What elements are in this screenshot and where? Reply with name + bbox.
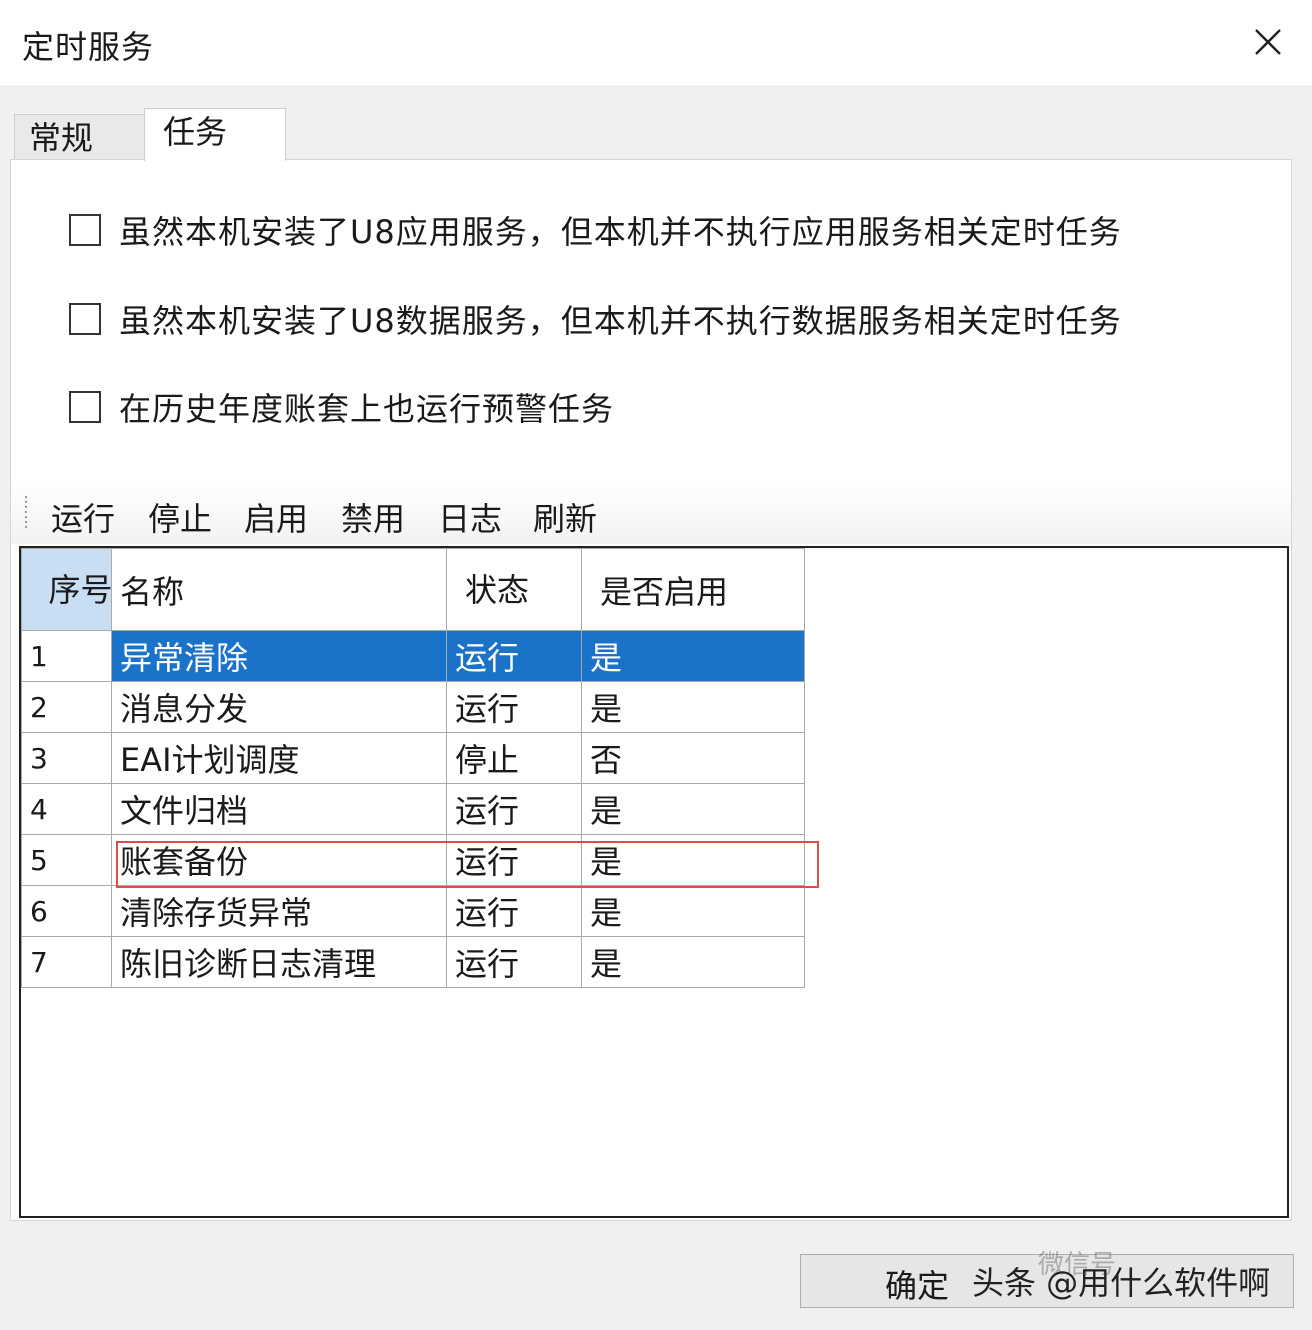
cell-name: 异常清除 [111, 630, 447, 682]
cell-enabled: 是 [581, 783, 805, 835]
column-header-seq[interactable]: 序号 [21, 548, 112, 631]
cell-seq: 5 [21, 834, 112, 886]
tab-tasks[interactable]: 任务 [144, 108, 286, 161]
cell-seq: 2 [21, 681, 112, 733]
cell-enabled: 是 [581, 834, 805, 886]
cell-seq: 7 [21, 936, 112, 988]
cell-name: 消息分发 [111, 681, 447, 733]
header-label: 序号 [48, 570, 112, 609]
column-header-status[interactable]: 状态 [446, 548, 582, 631]
table-row[interactable]: 1 异常清除 运行是 [21, 630, 805, 682]
disable-button[interactable]: 禁用 [341, 494, 405, 540]
option-skip-app-service[interactable]: 虽然本机安装了U8应用服务，但本机并不执行应用服务相关定时任务 [69, 210, 1122, 251]
table-row[interactable]: 6 清除存货异常 运行是 [21, 885, 805, 937]
watermark: 头条 @用什么软件啊 微信号 [972, 1250, 1271, 1304]
enable-button[interactable]: 启用 [244, 494, 308, 540]
column-header-name[interactable]: 名称 [111, 548, 447, 631]
cell-status: 运行 [446, 936, 582, 988]
ok-label: 确定 [885, 1267, 950, 1305]
cell-name: 文件归档 [111, 783, 447, 835]
window-title: 定时服务 [22, 28, 155, 66]
cell-enabled: 是 [581, 885, 805, 937]
table-row[interactable]: 5 账套备份 运行是 [21, 834, 805, 886]
run-button[interactable]: 运行 [51, 494, 115, 540]
checkbox[interactable] [69, 391, 101, 423]
checkbox[interactable] [69, 303, 101, 335]
option-label: 虽然本机安装了U8应用服务，但本机并不执行应用服务相关定时任务 [119, 213, 1122, 251]
close-button[interactable] [1246, 20, 1290, 64]
watermark-faint: 微信号 [1038, 1250, 1117, 1280]
cell-enabled: 是 [581, 681, 805, 733]
cell-seq: 3 [21, 732, 112, 784]
cell-seq: 6 [21, 885, 112, 937]
option-skip-data-service[interactable]: 虽然本机安装了U8数据服务，但本机并不执行数据服务相关定时任务 [69, 299, 1122, 340]
tab-general[interactable]: 常规 [14, 114, 144, 160]
table-row[interactable]: 2 消息分发 运行是 [21, 681, 805, 733]
cell-seq: 4 [21, 783, 112, 835]
cell-status: 停止 [446, 732, 582, 784]
cell-enabled: 是 [581, 936, 805, 988]
table-row[interactable]: 3 EAI计划调度 停止否 [21, 732, 805, 784]
watermark-text: 头条 @用什么软件啊 [972, 1264, 1271, 1302]
tasks-panel: 虽然本机安装了U8应用服务，但本机并不执行应用服务相关定时任务 虽然本机安装了U… [10, 159, 1292, 1221]
toolbar-grip-icon[interactable] [25, 496, 27, 528]
header-label: 状态 [465, 570, 530, 609]
refresh-button[interactable]: 刷新 [533, 494, 597, 540]
cell-name: EAI计划调度 [111, 732, 447, 784]
task-grid: 序号 名称 状态 是否启用 1 异常清除 运行是 2 消息分发 运行是 3 EAI计划调度 停止… [19, 546, 1289, 1218]
cell-name: 账套备份 [111, 834, 447, 886]
cell-status: 运行 [446, 783, 582, 835]
cell-enabled: 是 [581, 630, 805, 682]
option-label: 虽然本机安装了U8数据服务，但本机并不执行数据服务相关定时任务 [119, 302, 1122, 340]
cell-name: 清除存货异常 [111, 885, 447, 937]
cell-status: 运行 [446, 681, 582, 733]
option-label: 在历史年度账套上也运行预警任务 [119, 390, 615, 428]
cell-seq: 1 [21, 630, 112, 682]
column-header-enabled[interactable]: 是否启用 [581, 548, 805, 631]
cell-name: 陈旧诊断日志清理 [111, 936, 447, 988]
task-toolbar: 运行 停止 启用 禁用 日志 刷新 [11, 482, 1291, 544]
table-row[interactable]: 7 陈旧诊断日志清理 运行是 [21, 936, 805, 988]
cell-enabled: 否 [581, 732, 805, 784]
cell-status: 运行 [446, 834, 582, 886]
option-history-warning[interactable]: 在历史年度账套上也运行预警任务 [69, 387, 615, 428]
table-row[interactable]: 4 文件归档 运行是 [21, 783, 805, 835]
log-button[interactable]: 日志 [438, 494, 502, 540]
title-bar: 定时服务 [0, 0, 1312, 87]
stop-button[interactable]: 停止 [148, 494, 212, 540]
table-header-row: 序号 名称 状态 是否启用 [21, 548, 805, 631]
cell-status: 运行 [446, 630, 582, 682]
task-table: 序号 名称 状态 是否启用 1 异常清除 运行是 2 消息分发 运行是 3 EAI计划调度 停止… [21, 548, 805, 988]
cell-status: 运行 [446, 885, 582, 937]
checkbox[interactable] [69, 214, 101, 246]
close-icon [1255, 29, 1281, 55]
